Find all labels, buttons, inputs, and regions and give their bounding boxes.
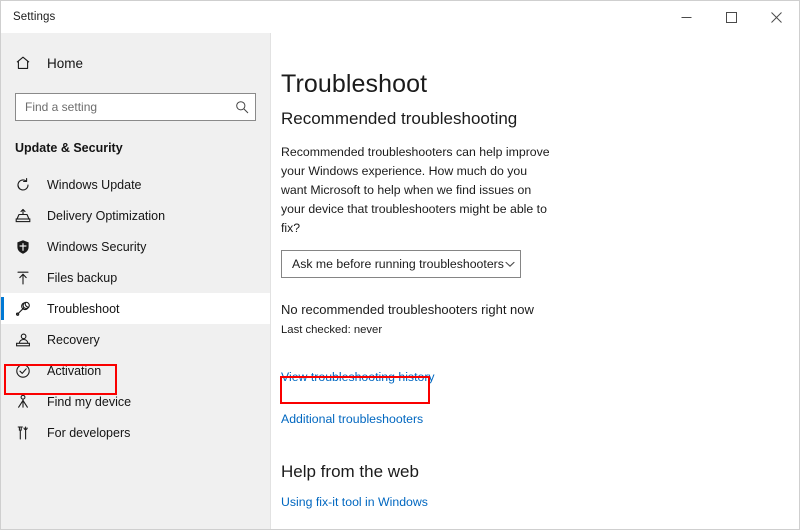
last-checked-text: Last checked: never [281, 324, 799, 336]
sidebar-item-label: Windows Security [47, 240, 146, 254]
status-text: No recommended troubleshooters right now [281, 302, 799, 317]
sidebar-item-label: Troubleshoot [47, 302, 120, 316]
refresh-icon [15, 177, 43, 193]
recommended-description: Recommended troubleshooters can help imp… [281, 143, 555, 238]
additional-troubleshooters-link[interactable]: Additional troubleshooters [281, 412, 423, 426]
check-circle-icon [15, 363, 43, 379]
section-title-help-from-web: Help from the web [281, 462, 799, 482]
search-input[interactable] [25, 100, 235, 114]
recovery-icon [15, 332, 43, 348]
sidebar-section-title: Update & Security [1, 141, 270, 155]
find-device-icon [15, 394, 43, 410]
app-title: Settings [1, 11, 55, 23]
title-bar: Settings [1, 1, 799, 33]
sidebar-item-windows-update[interactable]: Windows Update [1, 169, 270, 200]
section-title-recommended: Recommended troubleshooting [281, 109, 799, 129]
sidebar-nav-list: Windows Update Delivery Optimization [1, 169, 270, 448]
sidebar-item-label: Files backup [47, 271, 117, 285]
sidebar-item-for-developers[interactable]: For developers [1, 417, 270, 448]
sidebar-item-delivery-optimization[interactable]: Delivery Optimization [1, 200, 270, 231]
window-controls [664, 1, 799, 33]
sidebar: Home Update & Security [1, 33, 271, 529]
sidebar-item-find-my-device[interactable]: Find my device [1, 386, 270, 417]
using-fixit-tool-link[interactable]: Using fix-it tool in Windows [281, 495, 428, 509]
sidebar-item-files-backup[interactable]: Files backup [1, 262, 270, 293]
window-body: Home Update & Security [1, 33, 799, 529]
sidebar-item-home[interactable]: Home [1, 45, 270, 81]
view-troubleshooting-history-link[interactable]: View troubleshooting history [281, 370, 435, 384]
tools-icon [15, 425, 43, 441]
page-title: Troubleshoot [281, 71, 799, 99]
home-icon [15, 55, 43, 71]
sidebar-item-windows-security[interactable]: Windows Security [1, 231, 270, 262]
search-icon[interactable] [235, 100, 249, 114]
sidebar-item-recovery[interactable]: Recovery [1, 324, 270, 355]
settings-window: Settings [0, 0, 800, 530]
sidebar-item-activation[interactable]: Activation [1, 355, 270, 386]
close-button[interactable] [754, 1, 799, 33]
sidebar-item-label: Delivery Optimization [47, 209, 165, 223]
close-icon [771, 12, 782, 23]
sidebar-item-label: Recovery [47, 333, 100, 347]
minimize-button[interactable] [664, 1, 709, 33]
sidebar-item-label: Windows Update [47, 178, 142, 192]
search-box[interactable] [15, 93, 256, 121]
dropdown-value: Ask me before running troubleshooters [292, 257, 504, 271]
maximize-icon [726, 12, 737, 23]
sidebar-item-label: Activation [47, 364, 101, 378]
sidebar-item-label: Find my device [47, 395, 131, 409]
delivery-icon [15, 208, 43, 224]
maximize-button[interactable] [709, 1, 754, 33]
shield-icon [15, 239, 43, 255]
minimize-icon [681, 12, 692, 23]
wrench-icon [15, 301, 43, 317]
main-content: Troubleshoot Recommended troubleshooting… [271, 33, 799, 529]
backup-upload-icon [15, 270, 43, 286]
sidebar-home-label: Home [47, 56, 83, 71]
sidebar-item-troubleshoot[interactable]: Troubleshoot [1, 293, 270, 324]
recommended-troubleshooting-dropdown[interactable]: Ask me before running troubleshooters [281, 250, 521, 278]
chevron-down-icon [504, 258, 516, 270]
sidebar-item-label: For developers [47, 426, 130, 440]
